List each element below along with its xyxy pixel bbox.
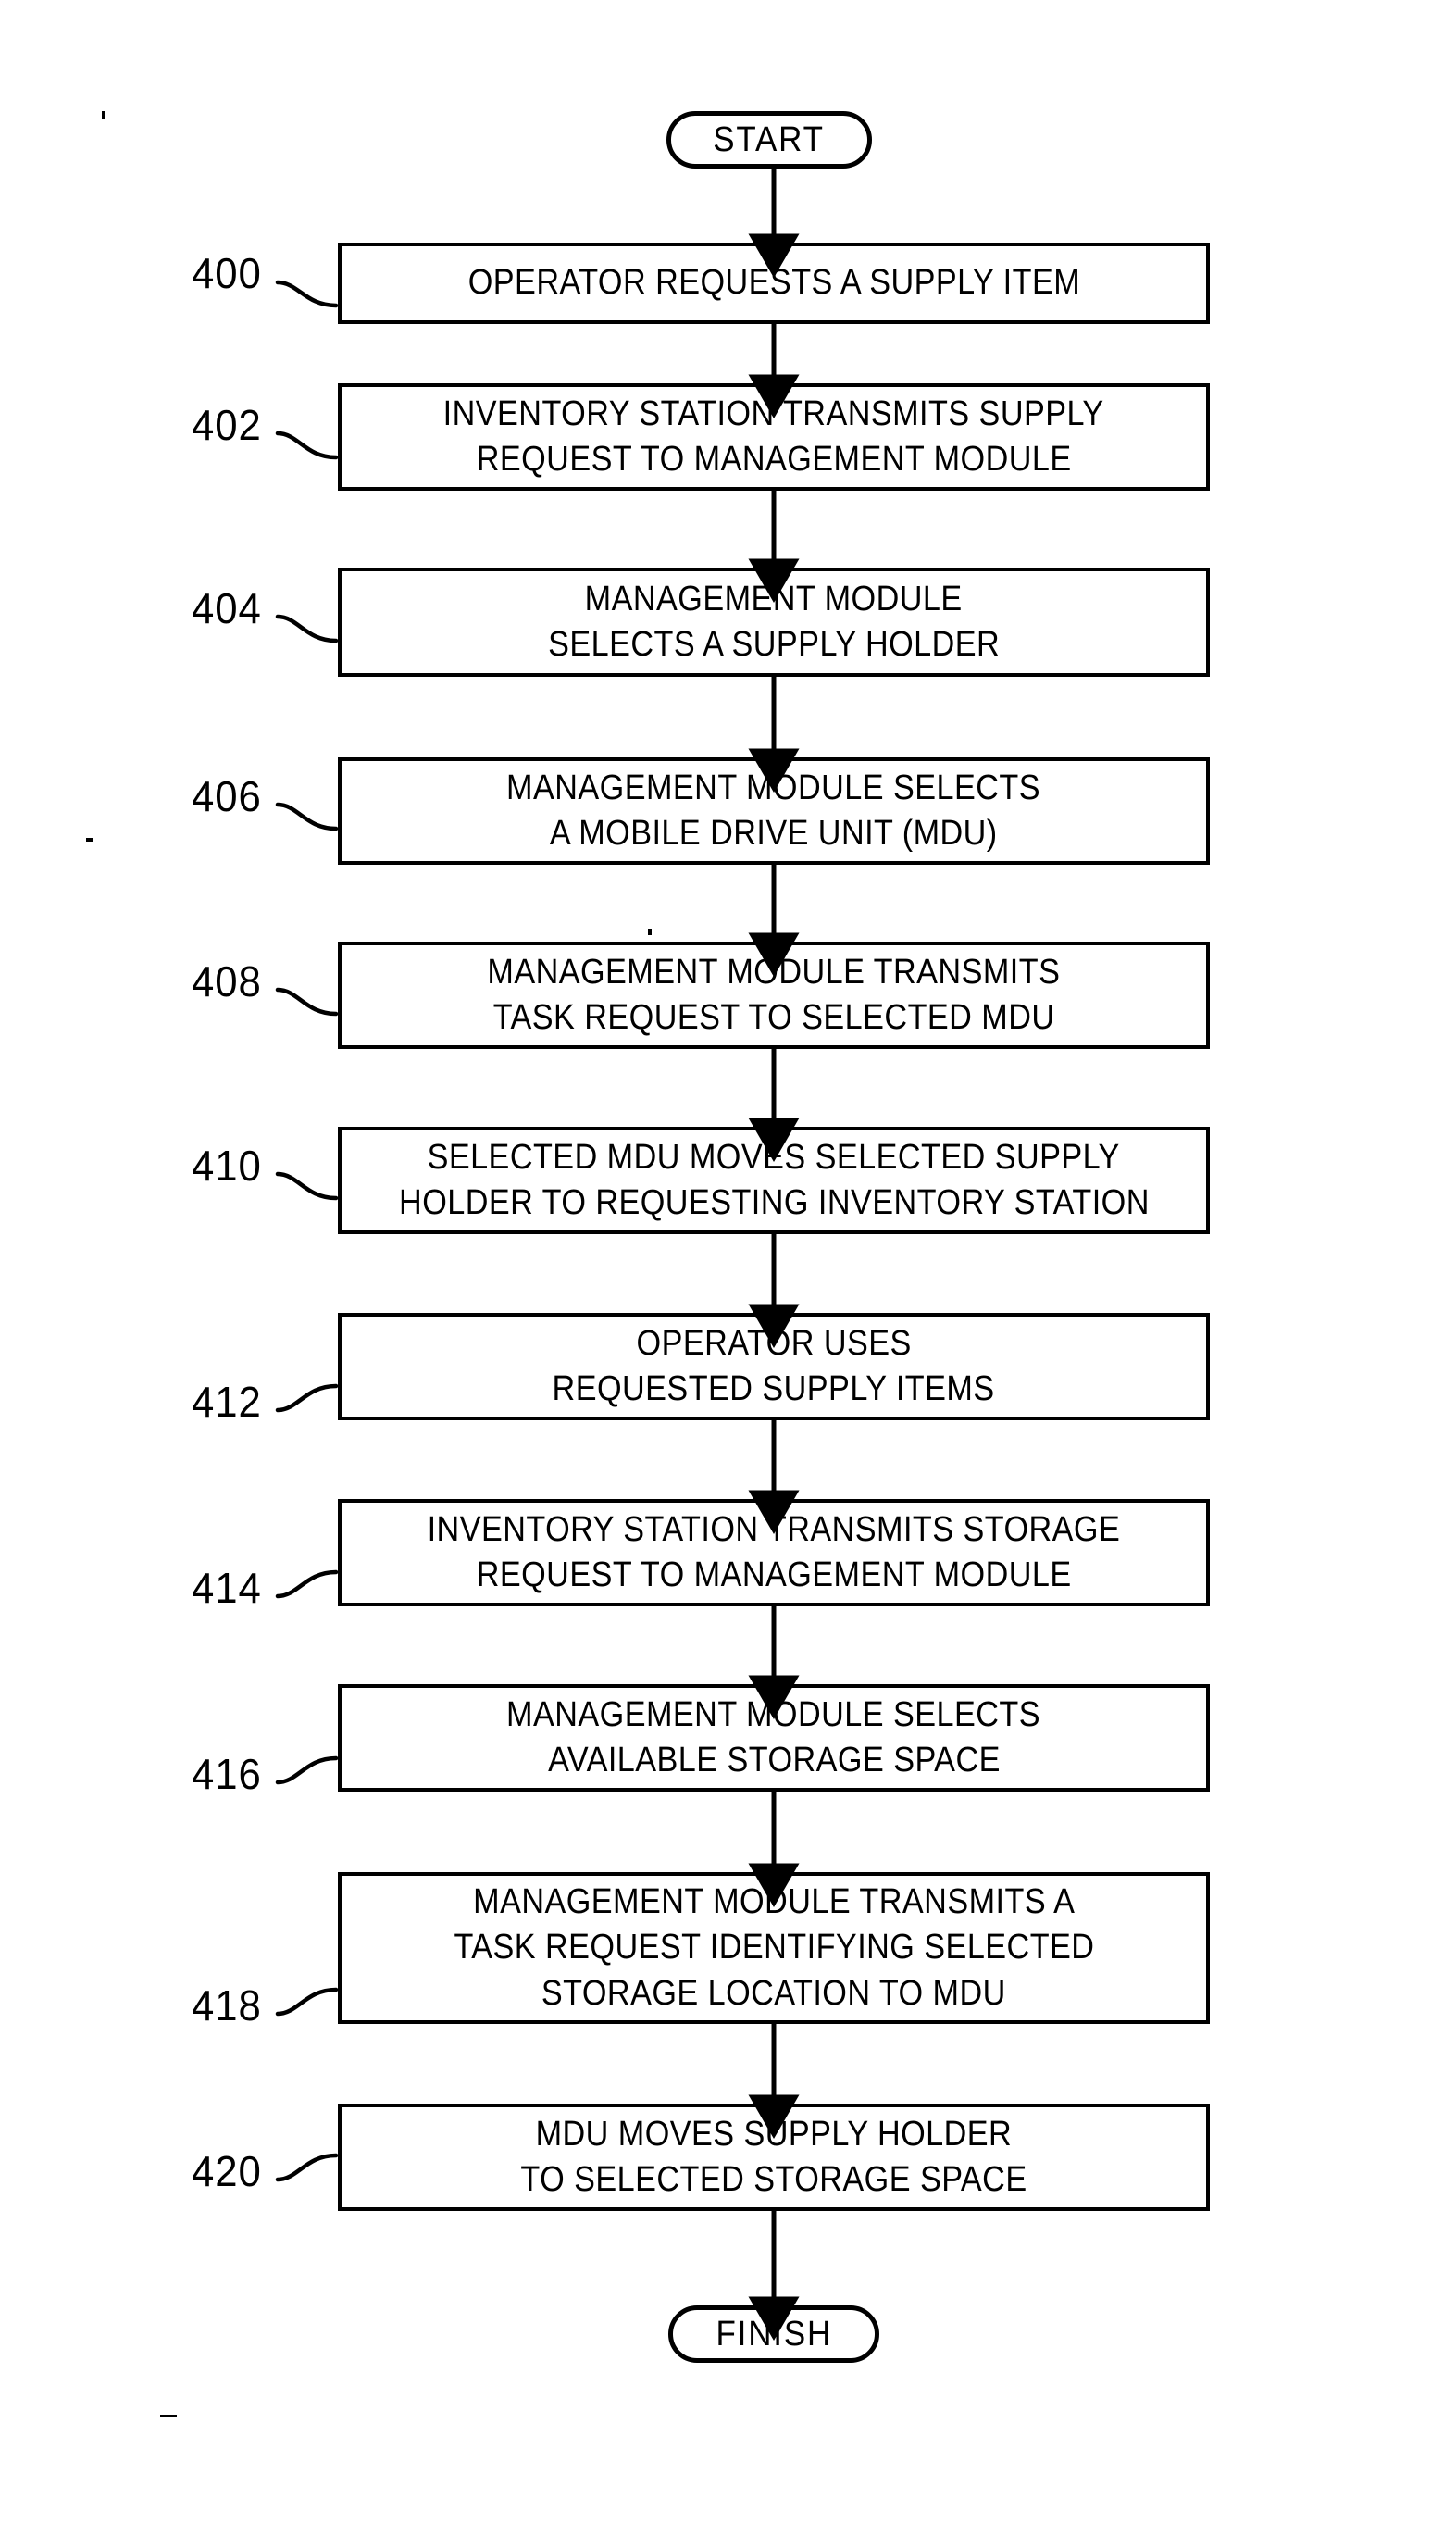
process-box-410-line-1: SELECTED MDU MOVES SELECTED SUPPLY — [427, 1137, 1121, 1177]
process-box-412-line-1: OPERATOR USES — [636, 1323, 912, 1363]
reference-number-404: 404 — [191, 584, 262, 632]
start-terminal: START — [666, 111, 872, 169]
process-box-414-line-2: REQUEST TO MANAGEMENT MODULE — [476, 1555, 1072, 1594]
process-box-416-line-2: AVAILABLE STORAGE SPACE — [547, 1741, 1001, 1780]
process-box-406-line-2: A MOBILE DRIVE UNIT (MDU) — [550, 814, 998, 853]
leader-line-410 — [275, 1171, 339, 1201]
reference-number-410: 410 — [191, 1142, 262, 1190]
process-box-408-line-2: TASK REQUEST TO SELECTED MDU — [492, 998, 1055, 1037]
reference-number-406: 406 — [191, 772, 262, 820]
process-box-402-line-2: REQUEST TO MANAGEMENT MODULE — [476, 440, 1072, 479]
process-box-416: MANAGEMENT MODULE SELECTS AVAILABLE STOR… — [338, 1684, 1210, 1792]
process-box-412-line-2: REQUESTED SUPPLY ITEMS — [552, 1369, 996, 1408]
reference-number-402: 402 — [191, 401, 262, 449]
leader-line-418 — [275, 1987, 339, 2017]
leader-line-402 — [275, 431, 339, 460]
leader-line-404 — [275, 614, 339, 643]
process-box-420: MDU MOVES SUPPLY HOLDER TO SELECTED STOR… — [338, 2104, 1210, 2211]
finish-terminal-label: FINISH — [716, 2314, 832, 2354]
process-box-408: MANAGEMENT MODULE TRANSMITS TASK REQUEST… — [338, 942, 1210, 1049]
reference-number-414: 414 — [191, 1564, 262, 1612]
scan-speck-top — [102, 111, 105, 119]
process-box-400-line-1: OPERATOR REQUESTS A SUPPLY ITEM — [467, 263, 1080, 303]
process-box-418-line-2: TASK REQUEST IDENTIFYING SELECTED — [453, 1928, 1095, 1967]
reference-number-412: 412 — [191, 1378, 262, 1426]
process-box-418-line-1: MANAGEMENT MODULE TRANSMITS A — [472, 1881, 1076, 1921]
finish-terminal: FINISH — [668, 2305, 879, 2363]
process-box-420-line-1: MDU MOVES SUPPLY HOLDER — [535, 2114, 1013, 2154]
leader-line-414 — [275, 1569, 339, 1599]
process-box-406-line-1: MANAGEMENT MODULE SELECTS — [506, 768, 1041, 807]
reference-number-418: 418 — [191, 1981, 262, 2030]
leader-line-412 — [275, 1383, 339, 1413]
scan-speck-bottom — [160, 2415, 177, 2417]
process-box-416-line-1: MANAGEMENT MODULE SELECTS — [506, 1694, 1041, 1734]
leader-line-416 — [275, 1755, 339, 1785]
process-box-404: MANAGEMENT MODULE SELECTS A SUPPLY HOLDE… — [338, 568, 1210, 677]
reference-number-408: 408 — [191, 957, 262, 1005]
process-box-404-line-1: MANAGEMENT MODULE — [585, 579, 963, 618]
process-box-410-line-2: HOLDER TO REQUESTING INVENTORY STATION — [398, 1183, 1150, 1222]
flowchart-page: START FINISH OPERATOR REQUESTS A SUPPLY … — [0, 0, 1456, 2523]
process-box-408-line-1: MANAGEMENT MODULE TRANSMITS — [487, 952, 1061, 992]
reference-number-400: 400 — [191, 249, 262, 297]
process-box-418: MANAGEMENT MODULE TRANSMITS A TASK REQUE… — [338, 1872, 1210, 2024]
process-box-412: OPERATOR USES REQUESTED SUPPLY ITEMS — [338, 1313, 1210, 1420]
leader-line-400 — [275, 280, 339, 308]
leader-line-420 — [275, 2153, 339, 2182]
start-terminal-label: START — [713, 119, 826, 159]
process-box-402-line-1: INVENTORY STATION TRANSMITS SUPPLY — [442, 393, 1105, 433]
process-box-414: INVENTORY STATION TRANSMITS STORAGE REQU… — [338, 1499, 1210, 1606]
leader-line-406 — [275, 802, 339, 831]
process-box-414-line-1: INVENTORY STATION TRANSMITS STORAGE — [427, 1509, 1121, 1549]
reference-number-420: 420 — [191, 2147, 262, 2195]
scan-speck-mid — [86, 838, 93, 842]
process-box-420-line-2: TO SELECTED STORAGE SPACE — [520, 2160, 1027, 2199]
scan-speck-box408 — [648, 929, 652, 935]
reference-number-416: 416 — [191, 1750, 262, 1798]
process-box-410: SELECTED MDU MOVES SELECTED SUPPLY HOLDE… — [338, 1127, 1210, 1234]
process-box-406: MANAGEMENT MODULE SELECTS A MOBILE DRIVE… — [338, 757, 1210, 865]
process-box-402: INVENTORY STATION TRANSMITS SUPPLY REQUE… — [338, 383, 1210, 491]
process-box-400: OPERATOR REQUESTS A SUPPLY ITEM — [338, 243, 1210, 324]
process-box-418-line-3: STORAGE LOCATION TO MDU — [541, 1973, 1006, 2013]
leader-line-408 — [275, 987, 339, 1017]
process-box-404-line-2: SELECTS A SUPPLY HOLDER — [547, 625, 1001, 664]
